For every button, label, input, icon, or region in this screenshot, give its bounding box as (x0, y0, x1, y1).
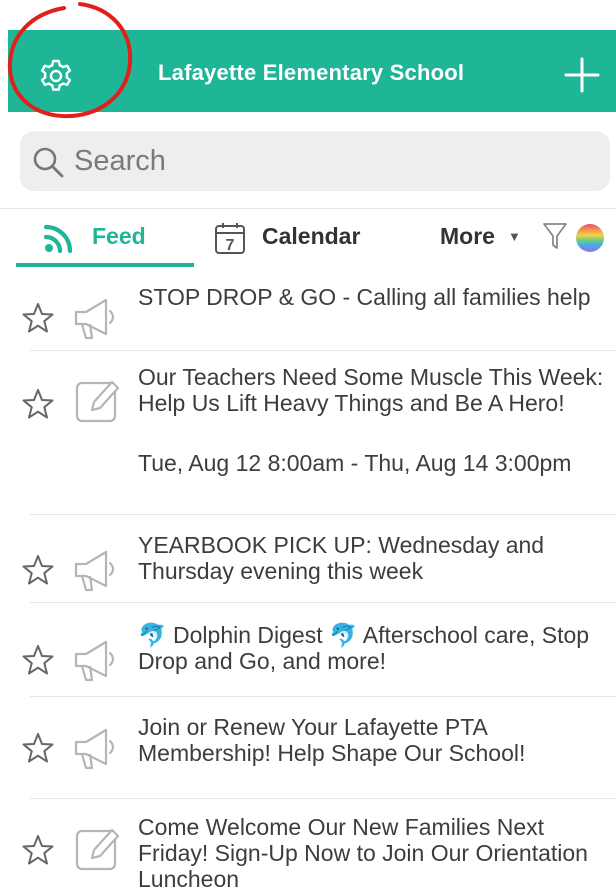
feed-item-title: 🐬 Dolphin Digest 🐬 Afterschool care, Sto… (138, 622, 590, 674)
tab-calendar[interactable]: 7 Calendar (210, 209, 390, 267)
divider (30, 696, 616, 697)
feed-item-title: Our Teachers Need Some Muscle This Week:… (138, 364, 604, 416)
star-icon[interactable] (22, 732, 54, 764)
megaphone-icon (74, 298, 115, 340)
rss-feed-icon (44, 224, 73, 253)
tab-feed[interactable]: Feed (16, 209, 194, 267)
list-item[interactable]: STOP DROP & GO - Calling all families he… (0, 268, 616, 350)
tab-more[interactable]: More ▼ (438, 209, 528, 267)
list-item[interactable]: Join or Renew Your Lafayette PTA Members… (0, 698, 616, 800)
megaphone-icon (74, 728, 115, 770)
page-title: Lafayette Elementary School (158, 60, 465, 85)
star-icon[interactable] (22, 302, 54, 334)
rainbow-circle-icon[interactable] (576, 224, 604, 252)
list-item[interactable]: 🐬 Dolphin Digest 🐬 Afterschool care, Sto… (0, 604, 616, 696)
calendar-day: 7 (226, 237, 235, 254)
tab-bar: Feed 7 Calendar More ▼ (0, 208, 616, 267)
list-item[interactable]: Our Teachers Need Some Muscle This Week:… (0, 352, 616, 514)
tab-calendar-label: Calendar (262, 223, 361, 249)
pencil-square-icon (75, 828, 120, 871)
feed-item-date: Tue, Aug 12 8:00am - Thu, Aug 14 3:00pm (138, 450, 572, 476)
star-icon[interactable] (22, 644, 54, 676)
feed-item-title: Join or Renew Your Lafayette PTA Members… (138, 714, 526, 766)
star-icon[interactable] (22, 388, 54, 420)
filter-icon[interactable] (542, 221, 568, 251)
star-icon[interactable] (22, 554, 54, 586)
pencil-square-icon (75, 380, 120, 423)
feed-item-title: YEARBOOK PICK UP: Wednesday and Thursday… (138, 532, 545, 584)
calendar-icon: 7 (215, 223, 245, 254)
tab-feed-label: Feed (92, 223, 146, 249)
search-icon (33, 147, 64, 178)
star-icon[interactable] (22, 834, 54, 866)
search-bar[interactable] (20, 131, 610, 191)
divider (30, 350, 616, 351)
megaphone-icon (74, 550, 115, 592)
feed-item-title: Come Welcome Our New Families Next Frida… (138, 814, 588, 892)
tab-more-label: More (440, 223, 495, 249)
feed-item-title: STOP DROP & GO - Calling all families he… (138, 284, 591, 310)
gear-icon[interactable] (38, 58, 74, 94)
search-input[interactable] (74, 141, 574, 181)
divider (30, 798, 616, 799)
divider (30, 514, 616, 515)
divider (30, 602, 616, 603)
list-item[interactable]: Come Welcome Our New Families Next Frida… (0, 800, 616, 892)
caret-down-icon: ▼ (508, 229, 521, 244)
plus-icon[interactable] (563, 56, 601, 94)
list-item[interactable]: YEARBOOK PICK UP: Wednesday and Thursday… (0, 516, 616, 602)
megaphone-icon (74, 640, 115, 682)
